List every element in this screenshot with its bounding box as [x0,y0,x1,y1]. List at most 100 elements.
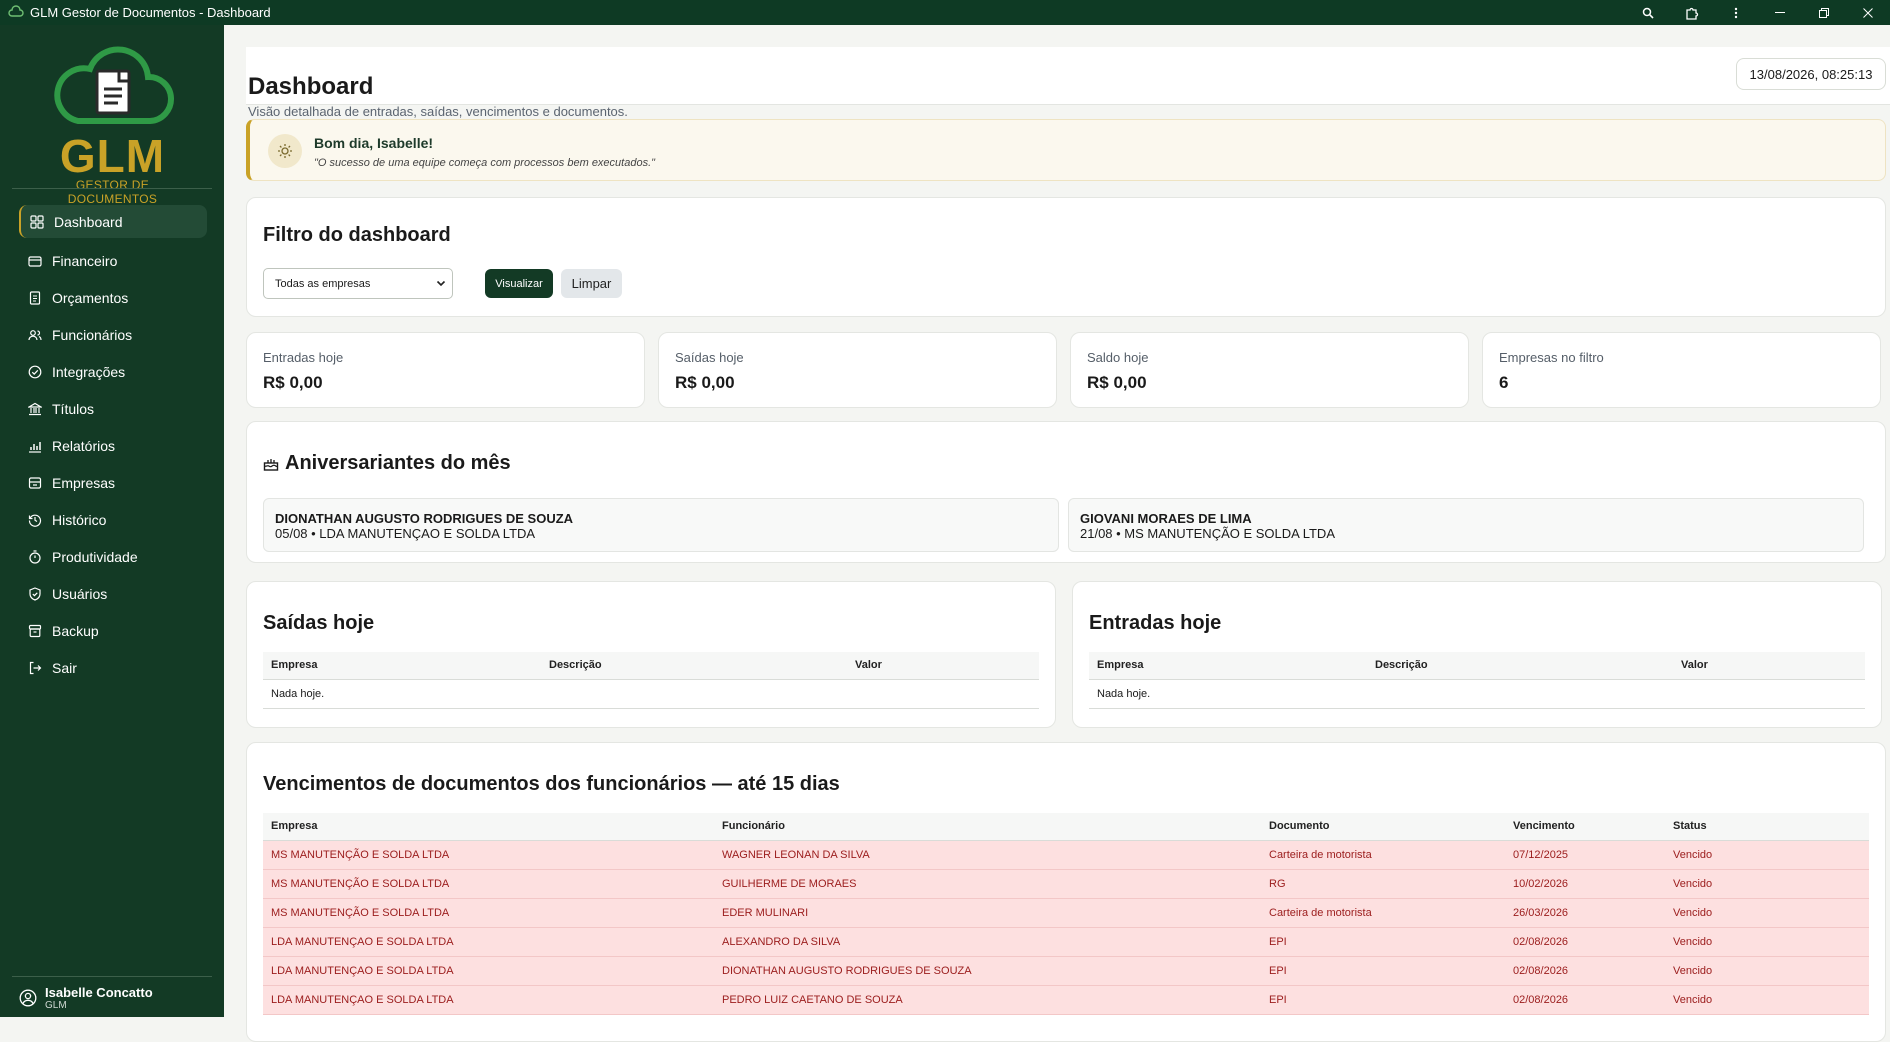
chart-icon [29,441,41,453]
column-header: Valor [855,659,882,672]
cell-empresa: MS MANUTENÇÃO E SOLDA LTDA [263,840,714,870]
cell-empresa: MS MANUTENÇÃO E SOLDA LTDA [263,898,714,928]
sidebar-item-orcamentos[interactable]: Orçamentos [19,279,207,316]
minimize-icon[interactable] [1758,0,1802,25]
cell-vencimento: 07/12/2025 [1505,840,1665,870]
sidebar-divider [12,976,212,977]
sidebar-item-sair[interactable]: Sair [19,649,207,686]
sidebar-item-label: Orçamentos [52,289,129,306]
expirations-title: Vencimentos de documentos dos funcionári… [263,773,840,795]
cloud-document-icon [54,46,174,124]
table-row: Nada hoje. [1089,679,1865,709]
cake-icon [263,458,279,471]
company-select[interactable]: Todas as empresas [263,268,453,299]
main-content: Dashboard Visão detalhada de entradas, s… [224,25,1890,1042]
sidebar-item-label: Relatórios [52,437,116,454]
table-row[interactable]: LDA MANUTENÇAO E SOLDA LTDA ALEXANDRO DA… [263,927,1869,957]
cell-vencimento: 02/08/2026 [1505,985,1665,1015]
stat-card-entradas: Entradas hoje R$ 0,00 [246,332,645,408]
table-header-row: Empresa Funcionário Documento Vencimento… [263,813,1869,840]
inflows-title: Entradas hoje [1089,612,1222,634]
stat-card-saidas: Saídas hoje R$ 0,00 [658,332,1057,408]
sidebar-item-label: Dashboard [54,213,123,230]
sidebar-item-titulos[interactable]: Títulos [19,390,207,427]
birthday-name: DIONATHAN AUGUSTO RODRIGUES DE SOUZA [275,511,574,526]
chevron-down-icon [436,280,446,287]
table-row[interactable]: MS MANUTENÇÃO E SOLDA LTDA GUILHERME DE … [263,869,1869,899]
view-button[interactable]: Visualizar [485,269,553,298]
empty-message: Nada hoje. [1089,679,1865,709]
wallet-icon [28,255,42,267]
sidebar-item-usuarios[interactable]: Usuários [19,575,207,612]
logo-text: GLM [59,130,166,182]
column-header: Empresa [271,659,318,672]
outflows-title: Saídas hoje [263,612,375,634]
cell-status: Vencido [1665,985,1869,1015]
sidebar-item-label: Sair [52,659,77,676]
cell-status: Vencido [1665,869,1869,899]
table-row[interactable]: LDA MANUTENÇAO E SOLDA LTDA PEDRO LUIZ C… [263,985,1869,1015]
check-circle-icon [28,365,42,378]
sidebar-item-backup[interactable]: Backup [19,612,207,649]
grid-icon [30,214,44,229]
cell-status: Vencido [1665,840,1869,870]
cell-funcionario: WAGNER LEONAN DA SILVA [714,840,1261,870]
empty-message: Nada hoje. [263,679,1039,709]
app-icon [8,4,24,21]
logo: GLM GESTOR DE DOCUMENTOS [40,43,185,206]
cell-documento: EPI [1261,956,1505,986]
stat-value: R$ 0,00 [263,373,323,392]
cell-empresa: LDA MANUTENÇAO E SOLDA LTDA [263,927,714,957]
greeting-title: Bom dia, Isabelle! [314,135,434,151]
file-icon [29,290,41,305]
clear-button[interactable]: Limpar [561,269,622,298]
table-row[interactable]: MS MANUTENÇÃO E SOLDA LTDA EDER MULINARI… [263,898,1869,928]
column-header: Vencimento [1513,820,1575,833]
birthdays-title: Aniversariantes do mês [263,452,511,475]
birthdays-title-text: Aniversariantes do mês [285,452,511,474]
sidebar-item-historico[interactable]: Histórico [19,501,207,538]
cell-status: Vencido [1665,956,1869,986]
cell-vencimento: 02/08/2026 [1505,956,1665,986]
sidebar-item-label: Títulos [52,400,95,417]
cell-documento: Carteira de motorista [1261,840,1505,870]
close-icon[interactable] [1846,0,1890,25]
page-header [246,47,1890,105]
history-icon [28,514,42,527]
more-vertical-icon[interactable] [1714,0,1758,25]
sidebar-item-label: Empresas [52,474,116,491]
sidebar-item-relatorios[interactable]: Relatórios [19,427,207,464]
sidebar-item-label: Financeiro [52,252,118,269]
stat-value: 6 [1499,373,1509,392]
cell-status: Vencido [1665,898,1869,928]
column-header: Descrição [1375,659,1428,672]
sidebar-item-funcionarios[interactable]: Funcionários [19,316,207,353]
expirations-card: Vencimentos de documentos dos funcionári… [246,742,1886,1042]
sidebar-item-integracoes[interactable]: Integrações [19,353,207,390]
company-select-value: Todas as empresas [275,277,371,290]
sidebar-item-label: Backup [52,622,99,639]
greeting-banner: Bom dia, Isabelle! "O sucesso de uma equ… [246,119,1886,181]
search-icon[interactable] [1626,0,1670,25]
window-title: GLM Gestor de Documentos - Dashboard [30,5,271,20]
filter-title: Filtro do dashboard [263,224,451,246]
sidebar-item-financeiro[interactable]: Financeiro [19,242,207,279]
table-row[interactable]: MS MANUTENÇÃO E SOLDA LTDA WAGNER LEONAN… [263,840,1869,870]
cell-vencimento: 10/02/2026 [1505,869,1665,899]
sidebar: GLM GESTOR DE DOCUMENTOS Dashboard Finan… [0,25,224,1017]
sidebar-nav: Dashboard Financeiro Orçamentos Funcioná… [19,205,207,686]
page-subtitle: Visão detalhada de entradas, saídas, ven… [248,104,628,119]
sidebar-item-empresas[interactable]: Empresas [19,464,207,501]
user-profile[interactable]: Isabelle Concatto GLM [19,985,153,1011]
table-row[interactable]: LDA MANUTENÇAO E SOLDA LTDA DIONATHAN AU… [263,956,1869,986]
expirations-table: Empresa Funcionário Documento Vencimento… [263,813,1869,1015]
outflows-table: Empresa Descrição Valor Nada hoje. [263,652,1039,709]
sidebar-item-produtividade[interactable]: Produtividade [19,538,207,575]
extension-icon[interactable] [1670,0,1714,25]
outflows-card: Saídas hoje Empresa Descrição Valor Nada… [246,581,1056,728]
cell-documento: EPI [1261,985,1505,1015]
sidebar-item-dashboard[interactable]: Dashboard [19,205,207,238]
logo-subtitle: GESTOR DE DOCUMENTOS [67,178,158,206]
birthday-detail: 05/08 • LDA MANUTENÇAO E SOLDA LTDA [275,526,536,541]
restore-icon[interactable] [1802,0,1846,25]
